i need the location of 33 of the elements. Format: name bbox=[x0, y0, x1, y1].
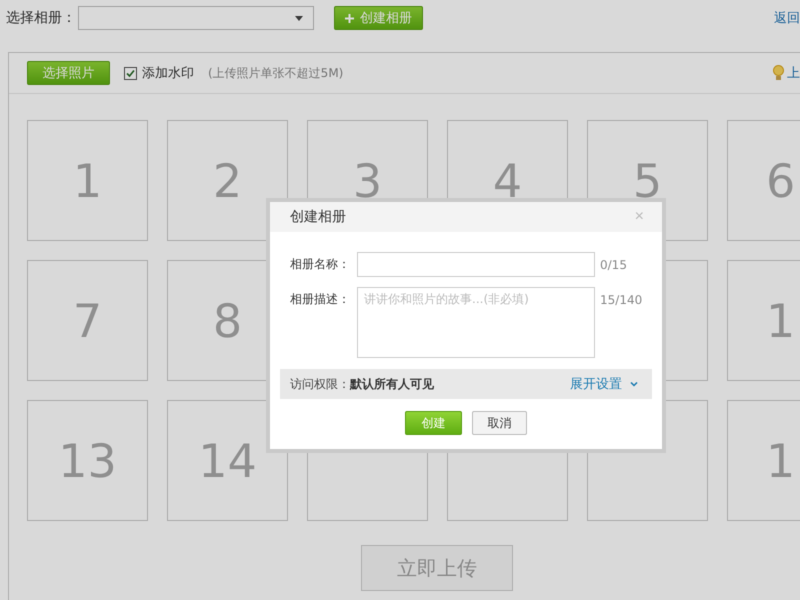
permission-value: 默认所有人可见 bbox=[350, 376, 434, 392]
photo-slot[interactable]: 7 bbox=[27, 260, 148, 381]
album-dropdown[interactable] bbox=[78, 6, 314, 30]
watermark-checkbox[interactable] bbox=[124, 66, 137, 80]
description-count: 15/140 bbox=[600, 292, 644, 307]
lightbulb-icon bbox=[773, 65, 784, 81]
tip-text[interactable]: 上 bbox=[787, 64, 800, 82]
close-button[interactable]: × bbox=[634, 208, 644, 226]
name-label: 相册名称： bbox=[289, 256, 351, 273]
name-input[interactable] bbox=[357, 252, 595, 277]
expand-settings-link[interactable]: 展开设置 bbox=[570, 375, 638, 393]
create-album-button[interactable]: 创建相册 bbox=[334, 6, 423, 30]
size-hint: (上传照片单张不超过5M) bbox=[208, 64, 344, 82]
permission-label: 访问权限： bbox=[290, 376, 350, 392]
photo-slot[interactable]: 13 bbox=[27, 400, 148, 521]
photo-slot[interactable]: 2 bbox=[167, 120, 288, 241]
cancel-button[interactable]: 取消 bbox=[472, 411, 527, 435]
name-count: 0/15 bbox=[600, 257, 628, 272]
description-label: 相册描述： bbox=[289, 291, 351, 308]
caret-icon bbox=[295, 16, 303, 20]
select-photos-button[interactable]: 选择照片 bbox=[27, 61, 110, 85]
back-link[interactable]: 返回 bbox=[774, 9, 800, 27]
plus-icon bbox=[345, 14, 354, 22]
description-input[interactable]: 讲讲你和照片的故事...(非必填) bbox=[357, 287, 595, 358]
photo-slot[interactable]: 14 bbox=[167, 400, 288, 521]
photo-slot[interactable]: 1 bbox=[727, 260, 800, 381]
album-label: 选择相册： bbox=[6, 9, 76, 27]
chevron-icon bbox=[630, 382, 638, 386]
photo-slot[interactable]: 1 bbox=[727, 400, 800, 521]
watermark-label: 添加水印 bbox=[142, 65, 194, 82]
create-button[interactable]: 创建 bbox=[405, 411, 462, 435]
photo-slot[interactable]: 6 bbox=[727, 120, 800, 241]
photo-slot[interactable]: 1 bbox=[27, 120, 148, 241]
